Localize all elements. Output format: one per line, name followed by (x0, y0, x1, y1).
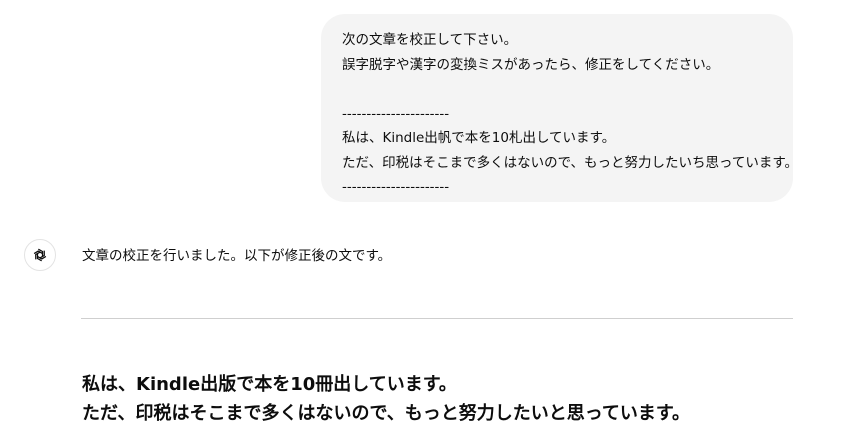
user-message-line: 私は、Kindle出帆で本を10札出しています。 (342, 130, 616, 146)
corrected-text: 私は、Kindle出版で本を10冊出しています。 ただ、印税はそこまで多くはない… (82, 370, 690, 428)
openai-logo-icon (33, 248, 47, 262)
assistant-intro-text: 文章の校正を行いました。以下が修正後の文です。 (82, 248, 392, 264)
user-message-line: 誤字脱字や漢字の変換ミスがあったら、修正をしてください。 (342, 56, 720, 73)
corrected-text-line: ただ、印税はそこまで多くはないので、もっと努力したいと思っています。 (82, 403, 691, 424)
user-message-line: ---------------------- (342, 179, 450, 195)
user-message-line: 次の文章を校正して下さい。 (342, 32, 518, 48)
user-message-line (342, 77, 773, 102)
assistant-avatar (24, 239, 56, 271)
divider (81, 318, 793, 319)
corrected-text-line: 私は、Kindle出版で本を10冊出しています。 (82, 374, 457, 395)
user-message-line: ---------------------- (342, 105, 450, 122)
user-message-bubble: 次の文章を校正して下さい。 誤字脱字や漢字の変換ミスがあったら、修正をしてくださ… (321, 14, 799, 202)
user-message-line: ただ、印税はそこまで多くはないので、もっと努力したいち思っています。 (342, 154, 799, 171)
